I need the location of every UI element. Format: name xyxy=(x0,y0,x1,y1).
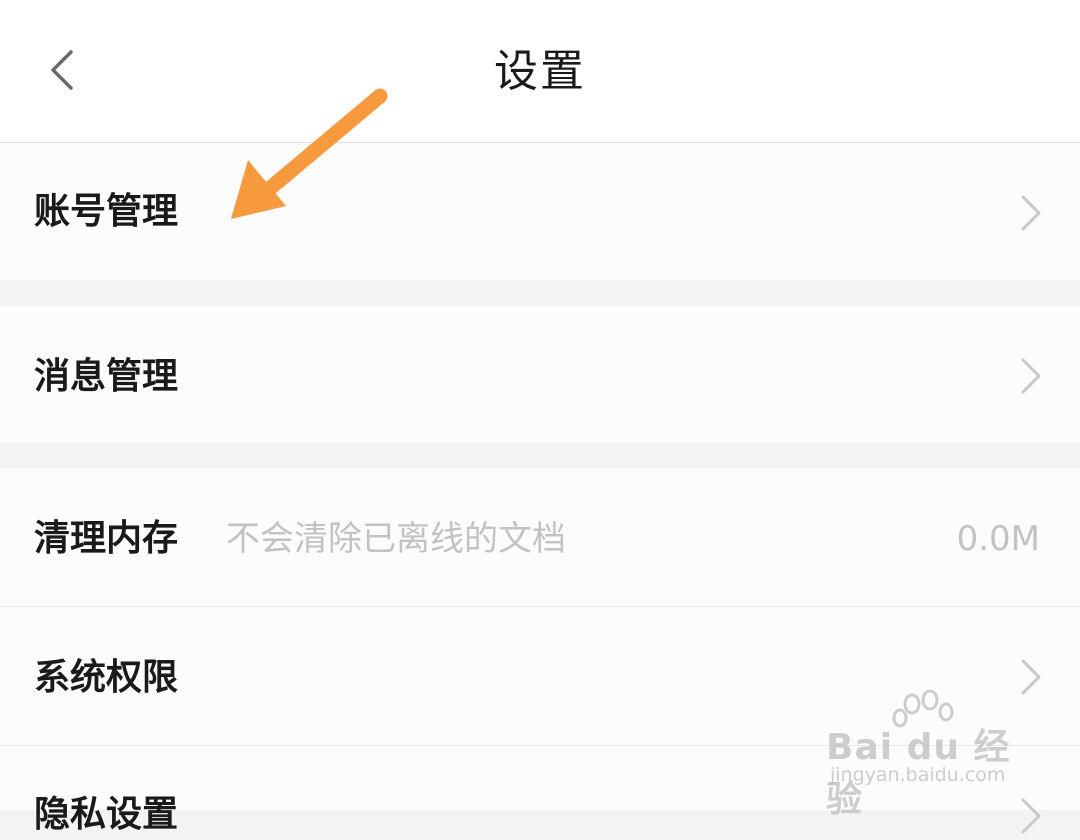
chevron-right-icon xyxy=(1021,798,1041,834)
clear-cache-description: 不会清除已离线的文档 xyxy=(226,519,566,559)
clear-cache-label: 清理内存 xyxy=(34,518,179,559)
chevron-right-icon xyxy=(1021,195,1041,231)
settings-item-account-management[interactable]: 账号管理 xyxy=(0,143,1080,280)
account-management-label: 账号管理 xyxy=(34,191,179,232)
chevron-right-icon xyxy=(1021,358,1041,394)
chevron-right-icon xyxy=(1021,659,1041,695)
settings-item-message-management[interactable]: 消息管理 xyxy=(0,306,1080,443)
settings-item-system-permissions[interactable]: 系统权限 xyxy=(0,607,1080,745)
system-permissions-label: 系统权限 xyxy=(34,657,179,698)
message-management-label: 消息管理 xyxy=(34,356,179,397)
cache-size-value: 0.0M xyxy=(956,519,1040,559)
page-title: 设置 xyxy=(494,46,586,97)
privacy-settings-label: 隐私设置 xyxy=(34,794,179,835)
settings-item-clear-cache[interactable]: 清理内存 不会清除已离线的文档 0.0M xyxy=(0,468,1080,606)
settings-item-privacy-settings[interactable]: 隐私设置 xyxy=(0,746,1080,835)
header-bar: 设置 xyxy=(0,0,1080,143)
